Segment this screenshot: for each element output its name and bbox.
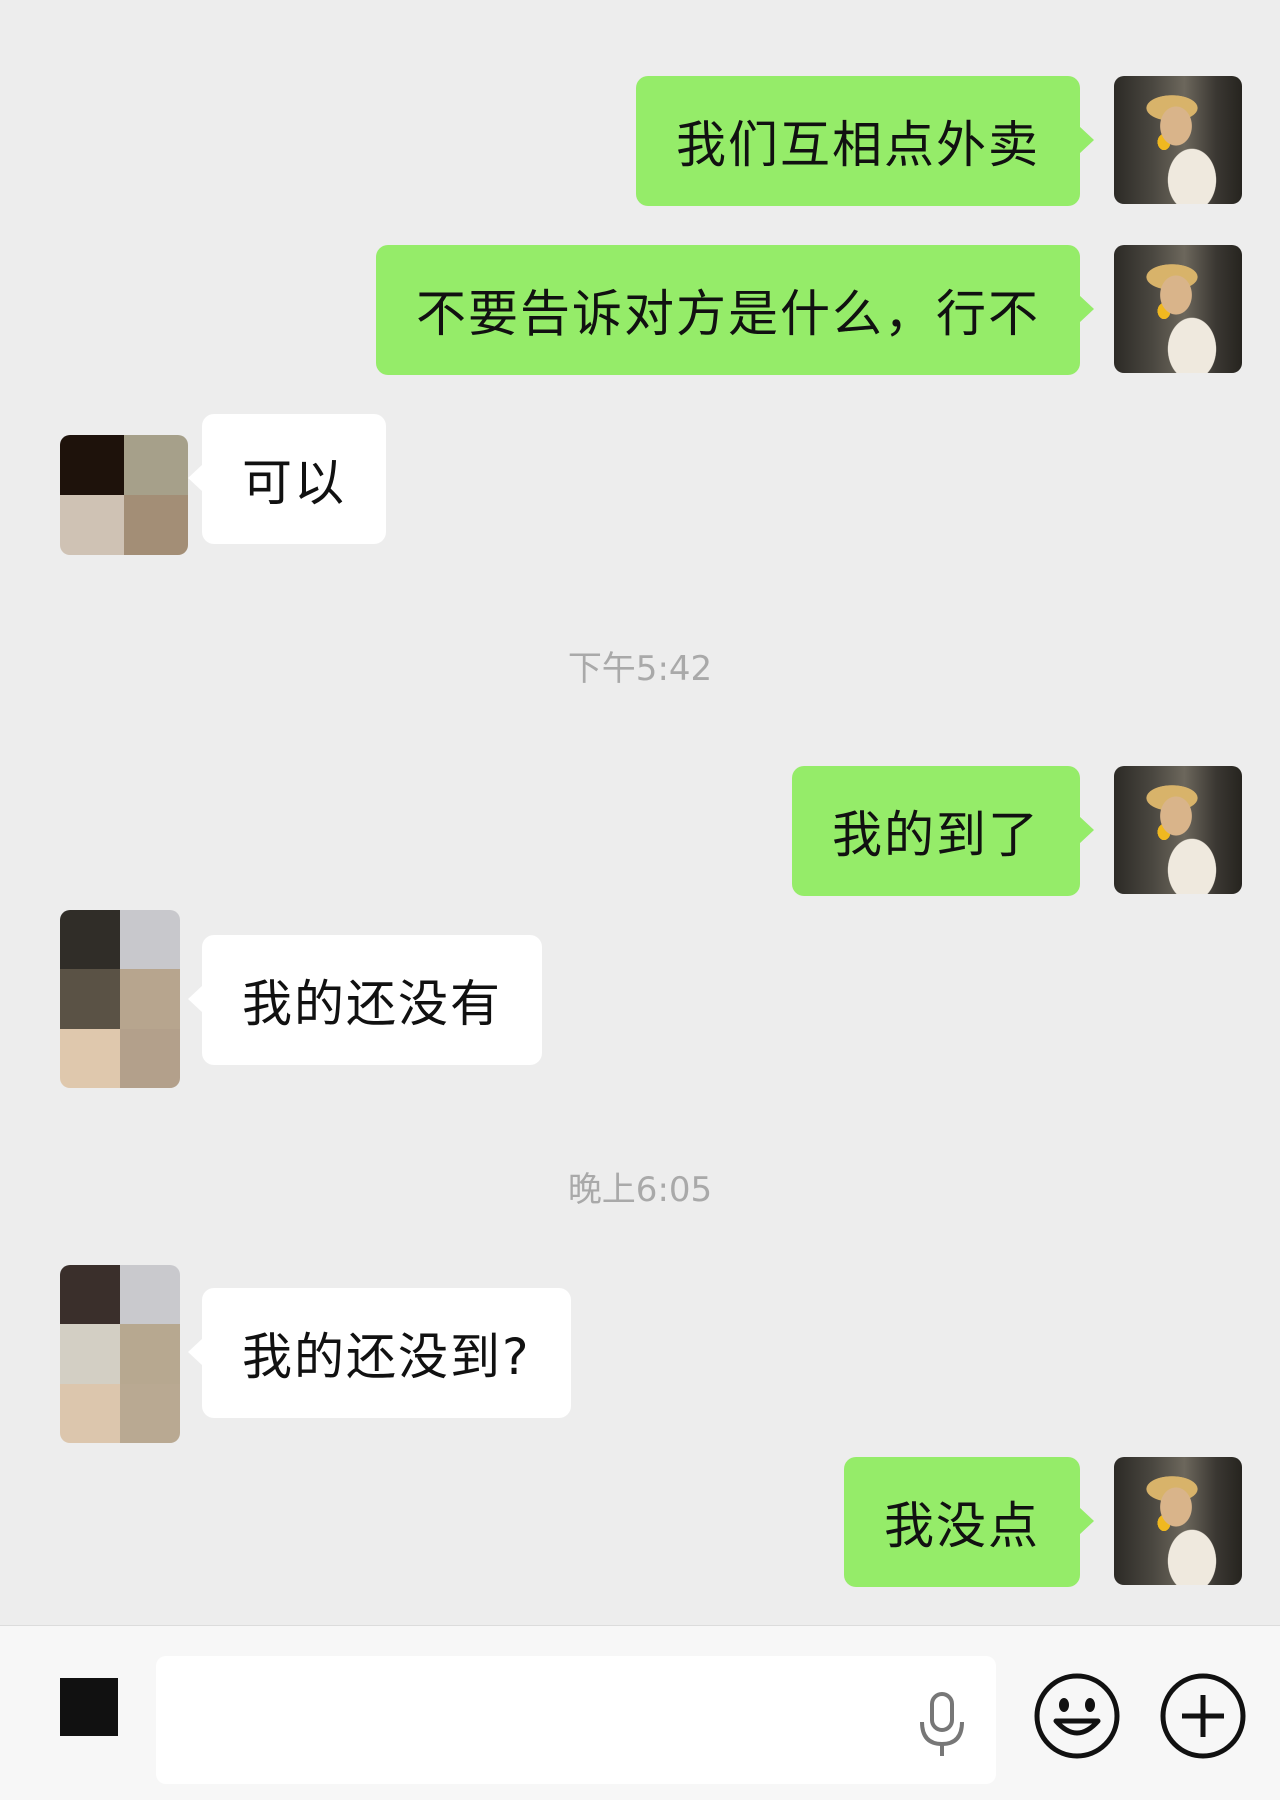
chat-timestamp: 下午5:42 <box>567 649 713 689</box>
contact-avatar-pixelated[interactable] <box>60 435 188 555</box>
message-bubble-sent[interactable]: 我没点 <box>844 1457 1094 1587</box>
message-bubble-received[interactable]: 我的还没有 <box>188 935 542 1065</box>
contact-avatar-pixelated[interactable] <box>60 1265 180 1443</box>
message-bubble-received[interactable]: 我的还没到? <box>188 1288 571 1418</box>
plus-icon[interactable] <box>1158 1671 1248 1761</box>
chat-timestamp: 晚上6:05 <box>567 1170 713 1210</box>
message-bubble-sent[interactable]: 我们互相点外卖 <box>636 76 1094 206</box>
microphone-icon[interactable] <box>912 1690 972 1760</box>
message-bubble-sent[interactable]: 我的到了 <box>792 766 1094 896</box>
chat-message-list[interactable]: 我们互相点外卖 不要告诉对方是什么，行不 可以 下午5:42 我的到了 我的还没… <box>0 0 1280 1625</box>
message-bubble-sent[interactable]: 不要告诉对方是什么，行不 <box>376 245 1094 375</box>
contact-avatar-pixelated[interactable] <box>60 910 180 1088</box>
message-bubble-received[interactable]: 可以 <box>188 414 386 544</box>
my-avatar[interactable] <box>1114 245 1242 373</box>
message-input[interactable] <box>156 1656 996 1784</box>
my-avatar[interactable] <box>1114 766 1242 894</box>
emoji-icon[interactable] <box>1032 1671 1122 1761</box>
my-avatar[interactable] <box>1114 1457 1242 1585</box>
keyboard-toggle-icon[interactable] <box>60 1678 118 1736</box>
my-avatar[interactable] <box>1114 76 1242 204</box>
